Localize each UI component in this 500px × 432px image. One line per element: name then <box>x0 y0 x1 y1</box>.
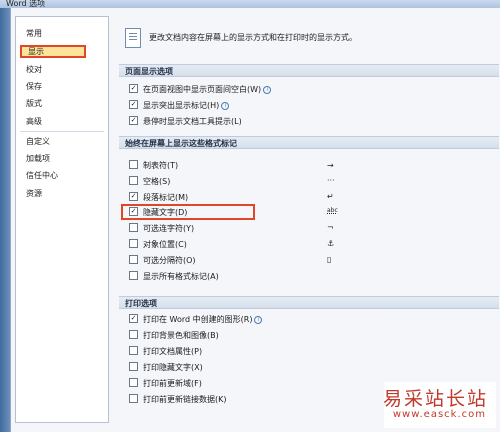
checkbox[interactable]: ✓ <box>129 100 138 109</box>
checkbox[interactable] <box>129 378 138 387</box>
option-label: 打印前更新域(F) <box>143 379 202 388</box>
option-label: 可选分隔符(O) <box>143 256 196 265</box>
option-label: 打印文档属性(P) <box>143 347 203 356</box>
watermark-url: www.easck.com <box>392 409 486 420</box>
option-object-anchors[interactable]: 对象位置(C) <box>129 239 187 251</box>
option-label: 打印在 Word 中创建的图形(R) <box>143 315 253 324</box>
checkbox[interactable] <box>129 394 138 403</box>
option-paragraph-marks[interactable]: ✓ 段落标记(M) <box>129 192 188 204</box>
checkbox[interactable] <box>129 271 138 280</box>
option-spaces[interactable]: 空格(S) <box>129 176 170 188</box>
section-header-print: 打印选项 <box>119 296 499 309</box>
option-label: 打印背景色和图像(B) <box>143 331 219 340</box>
option-label: 空格(S) <box>143 177 171 186</box>
checkbox[interactable] <box>129 176 138 185</box>
sidebar-item-general[interactable]: 常用 <box>26 27 42 40</box>
option-print-background[interactable]: 打印背景色和图像(B) <box>129 330 219 342</box>
option-label: 显示突出显示标记(H) <box>143 101 220 110</box>
option-label: 悬停时显示文档工具提示(L) <box>143 117 242 126</box>
option-show-all-marks[interactable]: 显示所有格式标记(A) <box>129 271 219 283</box>
option-update-links[interactable]: 打印前更新链接数据(K) <box>129 394 227 406</box>
section-header-format-marks: 始终在屏幕上显示这些格式标记 <box>119 136 499 149</box>
option-label: 打印前更新链接数据(K) <box>143 395 227 404</box>
tab-mark-icon: → <box>327 161 334 170</box>
document-icon <box>125 28 141 48</box>
option-update-fields[interactable]: 打印前更新域(F) <box>129 378 202 390</box>
hidden-text-mark-icon: abc <box>327 207 338 214</box>
sidebar: 常用 显示 校对 保存 版式 高级 自定义 加载项 信任中心 资源 <box>15 16 109 423</box>
option-print-hidden-text[interactable]: 打印隐藏文字(X) <box>129 362 203 374</box>
sidebar-divider <box>20 131 104 132</box>
checkbox[interactable]: ✓ <box>129 84 138 93</box>
page-description: 更改文档内容在屏幕上的显示方式和在打印时的显示方式。 <box>149 33 357 42</box>
space-mark-icon: ··· <box>327 176 335 185</box>
option-label: 显示所有格式标记(A) <box>143 272 219 281</box>
option-show-tooltips[interactable]: ✓ 悬停时显示文档工具提示(L) <box>129 116 242 128</box>
main-panel: 更改文档内容在屏幕上的显示方式和在打印时的显示方式。 页面显示选项 ✓ 在页面视图… <box>113 16 500 432</box>
option-print-drawings[interactable]: ✓ 打印在 Word 中创建的图形(R) i <box>129 314 263 326</box>
option-label: 打印隐藏文字(X) <box>143 363 203 372</box>
checkbox[interactable]: ✓ <box>129 116 138 125</box>
option-show-highlighter[interactable]: ✓ 显示突出显示标记(H) i <box>129 100 230 112</box>
checkbox[interactable] <box>129 160 138 169</box>
checkbox[interactable] <box>129 346 138 355</box>
option-print-properties[interactable]: 打印文档属性(P) <box>129 346 202 358</box>
sidebar-item-customize[interactable]: 自定义 <box>26 135 50 148</box>
option-optional-breaks[interactable]: 可选分隔符(O) <box>129 255 196 267</box>
option-label: 制表符(T) <box>143 161 179 170</box>
section-header-page-display: 页面显示选项 <box>119 64 499 77</box>
option-label: 段落标记(M) <box>143 193 189 202</box>
title-bar: Word 选项 <box>0 0 500 8</box>
sidebar-item-save[interactable]: 保存 <box>26 80 42 93</box>
watermark-logo: 易采站长站 www.easck.com <box>382 382 496 428</box>
sidebar-item-trust-center[interactable]: 信任中心 <box>26 169 58 182</box>
sidebar-item-typography[interactable]: 版式 <box>26 97 42 110</box>
anchor-icon: ⚓ <box>327 239 335 248</box>
option-label: 对象位置(C) <box>143 240 187 249</box>
sidebar-item-advanced[interactable]: 高级 <box>26 115 42 128</box>
annotation-highlight-box <box>121 204 255 220</box>
info-icon: i <box>221 101 230 110</box>
word-options-dialog: 常用 显示 校对 保存 版式 高级 自定义 加载项 信任中心 资源 更改文档内容… <box>10 8 500 432</box>
option-label: 可选连字符(Y) <box>143 224 195 233</box>
paragraph-mark-icon: ↵ <box>327 192 334 201</box>
background-window-edge <box>0 8 10 432</box>
option-tab-characters[interactable]: 制表符(T) <box>129 160 178 172</box>
checkbox[interactable] <box>129 362 138 371</box>
option-optional-hyphens[interactable]: 可选连字符(Y) <box>129 223 194 235</box>
watermark-text: 易采站长站 <box>382 388 488 410</box>
checkbox[interactable] <box>129 239 138 248</box>
checkbox[interactable]: ✓ <box>129 314 138 323</box>
sidebar-item-resources[interactable]: 资源 <box>26 187 42 200</box>
sidebar-item-proofing[interactable]: 校对 <box>26 63 42 76</box>
checkbox[interactable] <box>129 223 138 232</box>
option-show-whitespace[interactable]: ✓ 在页面视图中显示页面间空白(W) i <box>129 84 272 96</box>
checkbox[interactable] <box>129 330 138 339</box>
option-label: 在页面视图中显示页面间空白(W) <box>143 85 262 94</box>
hyphen-mark-icon: ¬ <box>327 223 334 232</box>
info-icon: i <box>263 85 272 94</box>
checkbox[interactable]: ✓ <box>129 192 138 201</box>
checkbox[interactable] <box>129 255 138 264</box>
sidebar-item-display[interactable]: 显示 <box>20 45 86 58</box>
sidebar-item-addins[interactable]: 加载项 <box>26 152 50 165</box>
info-icon: i <box>254 315 263 324</box>
break-mark-icon: ▯ <box>327 255 332 264</box>
